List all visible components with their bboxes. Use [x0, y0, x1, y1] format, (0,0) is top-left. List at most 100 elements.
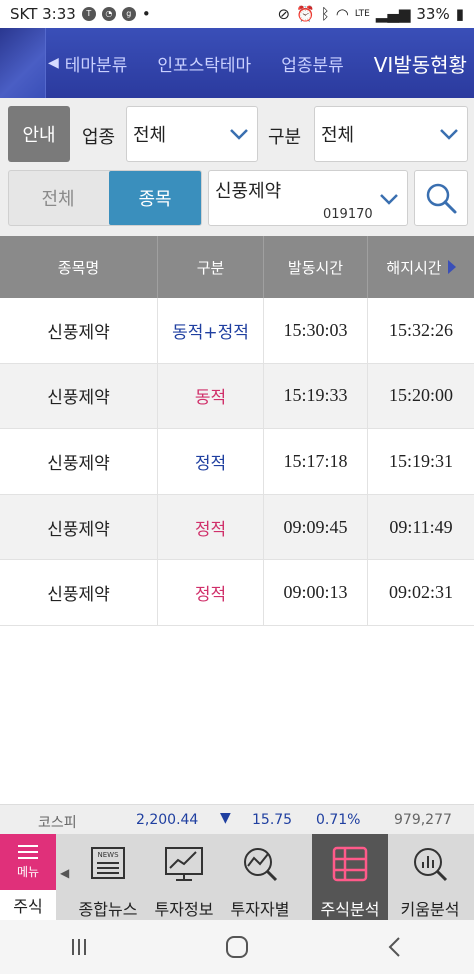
- cell-stock-name: 신풍제약: [0, 429, 158, 494]
- tab-theme[interactable]: 테마분류: [65, 51, 128, 76]
- tab-vi-status[interactable]: VI발동현황: [374, 49, 467, 78]
- recent-apps-icon[interactable]: [67, 935, 91, 959]
- stock-name: 신풍제약: [215, 181, 282, 202]
- back-icon[interactable]: [383, 935, 407, 959]
- header-type[interactable]: 구분: [158, 236, 264, 298]
- table-row[interactable]: 신풍제약 정적 15:17:18 15:19:31: [0, 429, 474, 495]
- carrier-time: SKT 3:33: [10, 5, 76, 23]
- section-label[interactable]: 주식: [0, 890, 56, 920]
- notification-icon: ◔: [101, 7, 116, 21]
- tab-infostock-theme[interactable]: 인포스탁테마: [157, 51, 251, 76]
- nav-item-kiwoom-analysis[interactable]: 키움분석: [392, 834, 468, 920]
- segment-all-button[interactable]: 전체: [8, 170, 108, 226]
- table-row[interactable]: 신풍제약 정적 09:00:13 09:02:31: [0, 560, 474, 626]
- system-nav-bar: [0, 920, 474, 974]
- status-left: SKT 3:33 T ◔ g •: [10, 5, 151, 23]
- menu-label: 메뉴: [16, 864, 40, 879]
- bottom-nav: 메뉴 주식 ◀ NEWS 종합뉴스 투자정보 투자자별 주식분석 키움분석: [0, 834, 474, 920]
- talk-icon: T: [81, 7, 96, 21]
- cell-trigger-time: 15:17:18: [264, 429, 368, 494]
- nav-label: 투자정보: [154, 900, 214, 919]
- nav-item-news[interactable]: NEWS 종합뉴스: [70, 834, 146, 920]
- chevron-down-icon: [230, 129, 248, 140]
- network-label: LTE: [354, 9, 370, 19]
- type-select-value: 전체: [321, 125, 355, 146]
- nav-scroll-left-icon[interactable]: ◀: [60, 866, 69, 880]
- ticker-volume: 979,277: [394, 812, 452, 828]
- header-stock-name[interactable]: 종목명: [0, 236, 158, 298]
- tab-industry[interactable]: 업종분류: [281, 51, 344, 76]
- nav-label: 투자자별: [230, 900, 290, 919]
- bluetooth-icon: ᛒ: [320, 5, 330, 23]
- hamburger-icon: [18, 844, 38, 859]
- type-select[interactable]: 전체: [314, 106, 468, 162]
- status-right: ⊘ ⏰ ᛒ ◠ LTE ▂▄▆ 33% ▮: [277, 5, 464, 23]
- news-icon: NEWS: [91, 847, 125, 879]
- battery-icon: ▮: [455, 5, 464, 23]
- ticker-change: 15.75: [252, 812, 293, 828]
- guide-button[interactable]: 안내: [8, 106, 70, 162]
- chevron-down-icon: [440, 129, 458, 140]
- home-icon[interactable]: [224, 934, 250, 960]
- cell-type: 정적: [158, 494, 264, 560]
- more-dot-icon: •: [141, 5, 151, 23]
- chart-monitor-icon: [165, 847, 203, 881]
- type-label: 구분: [268, 127, 302, 148]
- cell-type: 동적: [158, 363, 264, 429]
- chart-search-icon: [244, 848, 278, 882]
- chevron-down-icon: [380, 194, 398, 205]
- grid-table-icon: [332, 846, 368, 882]
- mute-icon: ⊘: [277, 5, 291, 23]
- g-icon: g: [121, 7, 136, 21]
- industry-select-value: 전체: [133, 125, 167, 146]
- cell-stock-name: 신풍제약: [0, 363, 158, 429]
- wifi-icon: ◠: [335, 5, 349, 23]
- cell-type: 정적: [158, 560, 264, 625]
- stock-select[interactable]: 신풍제약 019170: [208, 170, 408, 226]
- nav-item-by-investor[interactable]: 투자자별: [222, 834, 298, 920]
- nav-item-stock-analysis[interactable]: 주식분석: [312, 834, 388, 920]
- cell-trigger-time: 15:30:03: [264, 298, 368, 363]
- industry-select[interactable]: 전체: [126, 106, 258, 162]
- table-row[interactable]: 신풍제약 동적 15:19:33 15:20:00: [0, 363, 474, 430]
- cell-trigger-time: 09:09:45: [264, 494, 368, 560]
- table-row[interactable]: 신풍제약 동적+정적 15:30:03 15:32:26: [0, 298, 474, 364]
- ticker-change-pct: 0.71%: [316, 812, 361, 828]
- header-release-time[interactable]: 해지시간: [368, 236, 474, 298]
- cell-release-time: 09:02:31: [388, 582, 453, 603]
- nav-label: 주식분석: [320, 900, 380, 919]
- cell-trigger-time: 15:19:33: [264, 363, 368, 429]
- bar-search-icon: [414, 848, 448, 882]
- cell-trigger-time: 09:00:13: [264, 560, 368, 625]
- cell-stock-name: 신풍제약: [0, 494, 158, 560]
- header-trigger-time[interactable]: 발동시간: [264, 236, 368, 298]
- segment-stock-button[interactable]: 종목: [109, 171, 201, 225]
- alarm-icon: ⏰: [296, 5, 315, 23]
- industry-label: 업종: [82, 127, 116, 148]
- stock-code: 019170: [323, 207, 373, 222]
- down-arrow-icon: ▼: [220, 810, 231, 826]
- status-bar: SKT 3:33 T ◔ g • ⊘ ⏰ ᛒ ◠ LTE ▂▄▆ 33% ▮: [0, 0, 474, 28]
- search-icon: [426, 183, 457, 214]
- category-tab-strip: ◀ 테마분류 인포스탁테마 업종분류 VI발동현황: [0, 28, 474, 98]
- cell-release-time: 15:20:00: [388, 385, 453, 406]
- market-ticker[interactable]: 코스피 2,200.44 ▼ 15.75 0.71% 979,277: [0, 804, 474, 834]
- table-row[interactable]: 신풍제약 정적 09:09:45 09:11:49: [0, 494, 474, 561]
- cell-stock-name: 신풍제약: [0, 298, 158, 363]
- nav-label: 키움분석: [400, 900, 460, 919]
- tab-scroll-left-icon[interactable]: ◀: [48, 55, 59, 71]
- search-button[interactable]: [414, 170, 468, 226]
- nav-item-invest-info[interactable]: 투자정보: [146, 834, 222, 920]
- ticker-index-value: 2,200.44: [136, 812, 199, 828]
- header-release-time-label: 해지시간: [386, 258, 442, 277]
- svg-text:NEWS: NEWS: [97, 851, 119, 859]
- cell-release-time: 09:11:49: [389, 516, 453, 537]
- cell-release-time: 15:32:26: [388, 319, 453, 340]
- ticker-index-name: 코스피: [38, 815, 77, 831]
- table-header: 종목명 구분 발동시간 해지시간: [0, 236, 474, 298]
- cell-release-time: 15:19:31: [388, 450, 453, 471]
- battery-level: 33%: [416, 5, 450, 23]
- scroll-right-icon[interactable]: [447, 260, 456, 274]
- menu-button[interactable]: 메뉴: [0, 834, 56, 890]
- nav-label: 종합뉴스: [78, 900, 138, 919]
